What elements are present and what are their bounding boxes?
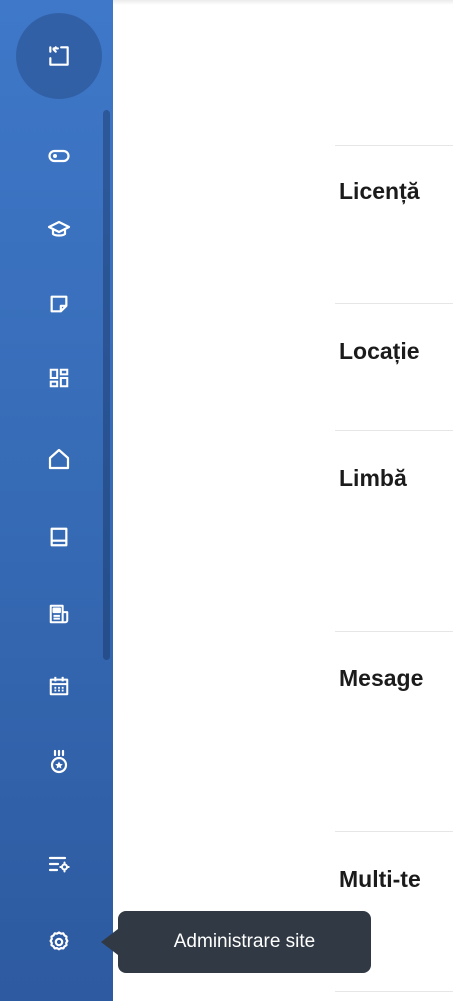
main-content: Licență Locație Limbă Mesage Multi-te <box>113 0 453 1001</box>
newspaper-icon <box>48 603 70 625</box>
graduation-cap-icon <box>47 218 71 242</box>
sidebar-scrollbar[interactable] <box>103 110 110 660</box>
section-title-license: Licență <box>339 178 420 204</box>
toggle-icon <box>47 144 71 168</box>
top-bar-shadow <box>113 0 453 5</box>
sidebar-item-site-admin[interactable] <box>16 920 102 964</box>
calendar-icon <box>48 675 70 697</box>
section-title-language: Limbă <box>339 465 407 491</box>
section-divider <box>335 430 453 431</box>
sidebar-item-calendar[interactable] <box>16 664 102 708</box>
tooltip-site-admin: Administrare site <box>118 911 371 973</box>
section-title-multi-tenant: Multi-te <box>339 866 421 892</box>
sidebar-item-toggle[interactable] <box>16 134 102 178</box>
sidebar-item-badges[interactable] <box>16 740 102 784</box>
home-icon <box>47 447 71 471</box>
filter-settings-icon <box>47 853 71 875</box>
sidebar-item-exit[interactable] <box>16 13 102 99</box>
section-title-location: Locație <box>339 338 420 364</box>
sidebar-item-home[interactable] <box>16 437 102 481</box>
sidebar-item-dashboard[interactable] <box>16 356 102 400</box>
section-divider <box>335 145 453 146</box>
gear-icon <box>47 930 71 954</box>
exit-app-icon <box>46 43 72 69</box>
note-icon <box>48 293 70 315</box>
book-icon <box>48 526 70 548</box>
sidebar-item-library[interactable] <box>16 515 102 559</box>
sidebar-item-news[interactable] <box>16 592 102 636</box>
section-divider <box>335 991 453 992</box>
dashboard-grid-icon <box>48 367 70 389</box>
sidebar-item-filters[interactable] <box>16 842 102 886</box>
section-divider <box>335 631 453 632</box>
section-divider <box>335 303 453 304</box>
sidebar-item-notes[interactable] <box>16 282 102 326</box>
sidebar <box>0 0 113 1001</box>
section-title-messages: Mesage <box>339 665 424 691</box>
section-divider <box>335 831 453 832</box>
medal-icon <box>47 749 71 775</box>
sidebar-item-courses[interactable] <box>16 208 102 252</box>
tooltip-arrow <box>101 929 118 955</box>
